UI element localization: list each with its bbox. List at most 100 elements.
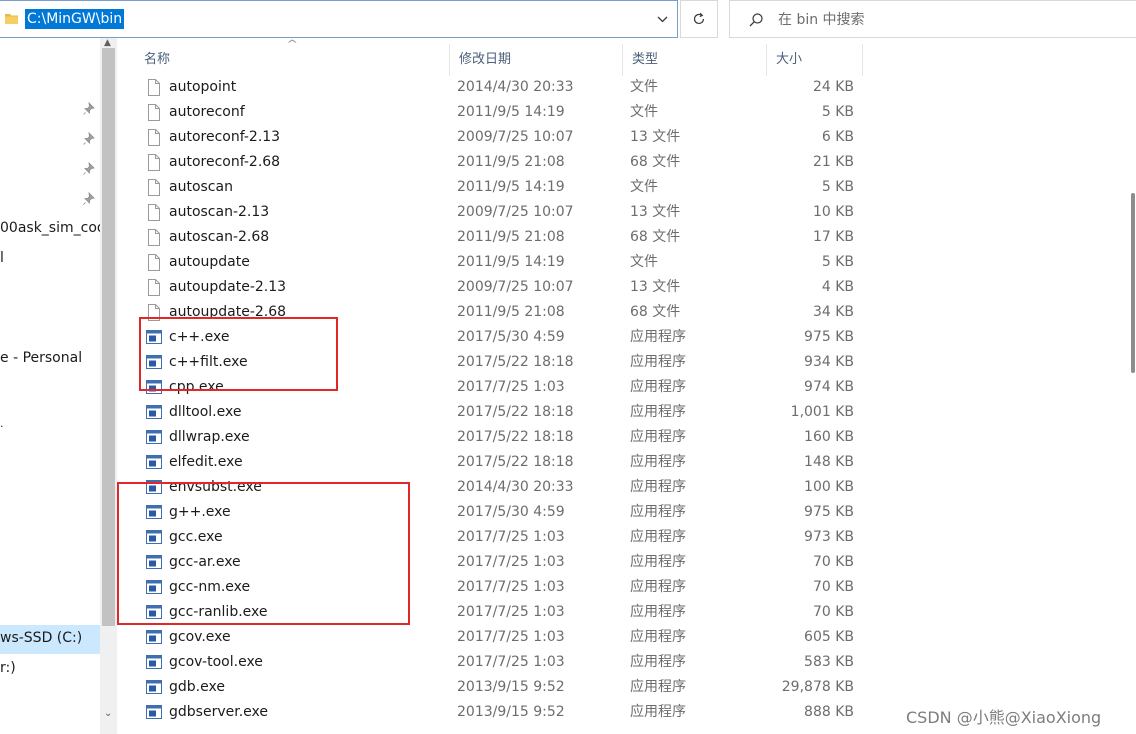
- file-row[interactable]: autoscan 2011/9/5 14:19 文件 5 KB: [135, 175, 863, 200]
- file-row[interactable]: gdb.exe 2013/9/15 9:52 应用程序 29,878 KB: [135, 675, 863, 700]
- file-row[interactable]: autoupdate-2.13 2009/7/25 10:07 13 文件 4 KB: [135, 275, 863, 300]
- file-size: 100 KB: [804, 479, 854, 495]
- file-size: 974 KB: [804, 379, 854, 395]
- column-header-type[interactable]: 类型: [623, 44, 767, 76]
- file-date: 2017/7/25 1:03: [457, 604, 565, 620]
- file-icon: [146, 104, 162, 121]
- file-type: 应用程序: [630, 429, 686, 445]
- nav-item-drive-c[interactable]: ws-SSD (C:): [0, 630, 82, 646]
- exe-icon: [146, 429, 162, 446]
- file-type: 68 文件: [630, 229, 681, 245]
- watermark: CSDN @小熊@XiaoXiong: [906, 708, 1102, 727]
- file-date: 2017/5/22 18:18: [457, 429, 574, 445]
- file-row[interactable]: dllwrap.exe 2017/5/22 18:18 应用程序 160 KB: [135, 425, 863, 450]
- file-row[interactable]: dlltool.exe 2017/5/22 18:18 应用程序 1,001 KB: [135, 400, 863, 425]
- file-row[interactable]: autoreconf-2.13 2009/7/25 10:07 13 文件 6 KB: [135, 125, 863, 150]
- file-size: 29,878 KB: [781, 679, 854, 695]
- file-row[interactable]: autopoint 2014/4/30 20:33 文件 24 KB: [135, 75, 863, 100]
- address-dropdown-button[interactable]: [646, 1, 678, 37]
- file-date: 2017/7/25 1:03: [457, 629, 565, 645]
- search-placeholder: 在 bin 中搜索: [778, 12, 865, 28]
- file-row[interactable]: autoreconf-2.68 2011/9/5 21:08 68 文件 21 KB: [135, 150, 863, 175]
- file-type: 文件: [630, 254, 658, 270]
- file-size: 24 KB: [812, 79, 854, 95]
- file-date: 2017/5/30 4:59: [457, 329, 565, 345]
- file-size: 975 KB: [804, 329, 854, 345]
- column-header-date[interactable]: 修改日期: [450, 44, 623, 76]
- file-size: 5 KB: [821, 179, 854, 195]
- search-icon: [749, 13, 763, 27]
- file-type: 应用程序: [630, 454, 686, 470]
- file-name[interactable]: autoreconf-2.13: [169, 125, 280, 150]
- file-date: 2017/5/22 18:18: [457, 454, 574, 470]
- file-name[interactable]: dllwrap.exe: [169, 425, 250, 450]
- folder-icon: [5, 14, 18, 24]
- column-header-size[interactable]: 大小: [767, 44, 863, 76]
- file-name[interactable]: autoscan-2.13: [169, 200, 269, 225]
- file-name[interactable]: gdbserver.exe: [169, 700, 268, 725]
- file-row[interactable]: gcov.exe 2017/7/25 1:03 应用程序 605 KB: [135, 625, 863, 650]
- address-path[interactable]: C:\MinGW\bin: [25, 9, 125, 29]
- file-date: 2017/5/22 18:18: [457, 404, 574, 420]
- file-name[interactable]: gcov.exe: [169, 625, 231, 650]
- exe-icon: [146, 704, 162, 721]
- file-icon: [146, 254, 162, 271]
- address-bar[interactable]: C:\MinGW\bin: [0, 0, 678, 38]
- file-size: 605 KB: [804, 629, 854, 645]
- pin-icon[interactable]: [82, 162, 96, 176]
- file-row[interactable]: gcov-tool.exe 2017/7/25 1:03 应用程序 583 KB: [135, 650, 863, 675]
- nav-item[interactable]: 00ask_sim_code: [0, 220, 114, 236]
- file-date: 2009/7/25 10:07: [457, 204, 574, 220]
- file-type: 13 文件: [630, 204, 681, 220]
- nav-item[interactable]: l: [0, 250, 4, 266]
- file-name[interactable]: autoreconf-2.68: [169, 150, 280, 175]
- file-row[interactable]: autoupdate 2011/9/5 14:19 文件 5 KB: [135, 250, 863, 275]
- scroll-down-icon[interactable]: ⌄: [104, 708, 112, 719]
- file-name[interactable]: autopoint: [169, 75, 236, 100]
- file-name[interactable]: autoreconf: [169, 100, 245, 125]
- file-icon: [146, 79, 162, 96]
- annotation-box-gcc-group: [117, 482, 410, 625]
- file-type: 应用程序: [630, 504, 686, 520]
- refresh-button[interactable]: [680, 0, 718, 38]
- file-type: 应用程序: [630, 354, 686, 370]
- pin-icon[interactable]: [82, 102, 96, 116]
- nav-scrollbar-thumb[interactable]: [102, 48, 115, 626]
- file-size: 17 KB: [812, 229, 854, 245]
- file-name[interactable]: gdb.exe: [169, 675, 225, 700]
- file-icon: [146, 279, 162, 296]
- pin-icon[interactable]: [82, 192, 96, 206]
- file-type: 应用程序: [630, 579, 686, 595]
- file-size: 160 KB: [804, 429, 854, 445]
- file-name[interactable]: gcov-tool.exe: [169, 650, 263, 675]
- file-row[interactable]: autoscan-2.68 2011/9/5 21:08 68 文件 17 KB: [135, 225, 863, 250]
- nav-item[interactable]: e - Personal: [0, 350, 82, 366]
- search-input[interactable]: 在 bin 中搜索: [729, 0, 1136, 38]
- file-row[interactable]: autoscan-2.13 2009/7/25 10:07 13 文件 10 KB: [135, 200, 863, 225]
- file-name[interactable]: elfedit.exe: [169, 450, 243, 475]
- file-size: 973 KB: [804, 529, 854, 545]
- nav-item[interactable]: ·: [0, 420, 4, 433]
- file-size: 583 KB: [804, 654, 854, 670]
- file-name[interactable]: autoupdate-2.13: [169, 275, 286, 300]
- file-name[interactable]: dlltool.exe: [169, 400, 241, 425]
- file-date: 2013/9/15 9:52: [457, 704, 565, 720]
- file-name[interactable]: autoscan: [169, 175, 233, 200]
- file-icon: [146, 179, 162, 196]
- file-name[interactable]: autoscan-2.68: [169, 225, 269, 250]
- column-header-name[interactable]: 名称: [135, 44, 450, 76]
- file-row[interactable]: gdbserver.exe 2013/9/15 9:52 应用程序 888 KB: [135, 700, 863, 725]
- file-type: 应用程序: [630, 654, 686, 670]
- file-date: 2017/7/25 1:03: [457, 379, 565, 395]
- file-list-scrollbar[interactable]: [1128, 38, 1136, 734]
- nav-scrollbar[interactable]: ▲ ⌄: [100, 38, 117, 734]
- file-type: 应用程序: [630, 479, 686, 495]
- nav-item[interactable]: r:): [0, 660, 16, 676]
- scroll-up-icon[interactable]: ▲: [104, 38, 111, 48]
- file-icon: [146, 204, 162, 221]
- pin-icon[interactable]: [82, 132, 96, 146]
- file-name[interactable]: autoupdate: [169, 250, 250, 275]
- file-row[interactable]: elfedit.exe 2017/5/22 18:18 应用程序 148 KB: [135, 450, 863, 475]
- file-list-scrollbar-thumb[interactable]: [1131, 193, 1135, 373]
- file-row[interactable]: autoreconf 2011/9/5 14:19 文件 5 KB: [135, 100, 863, 125]
